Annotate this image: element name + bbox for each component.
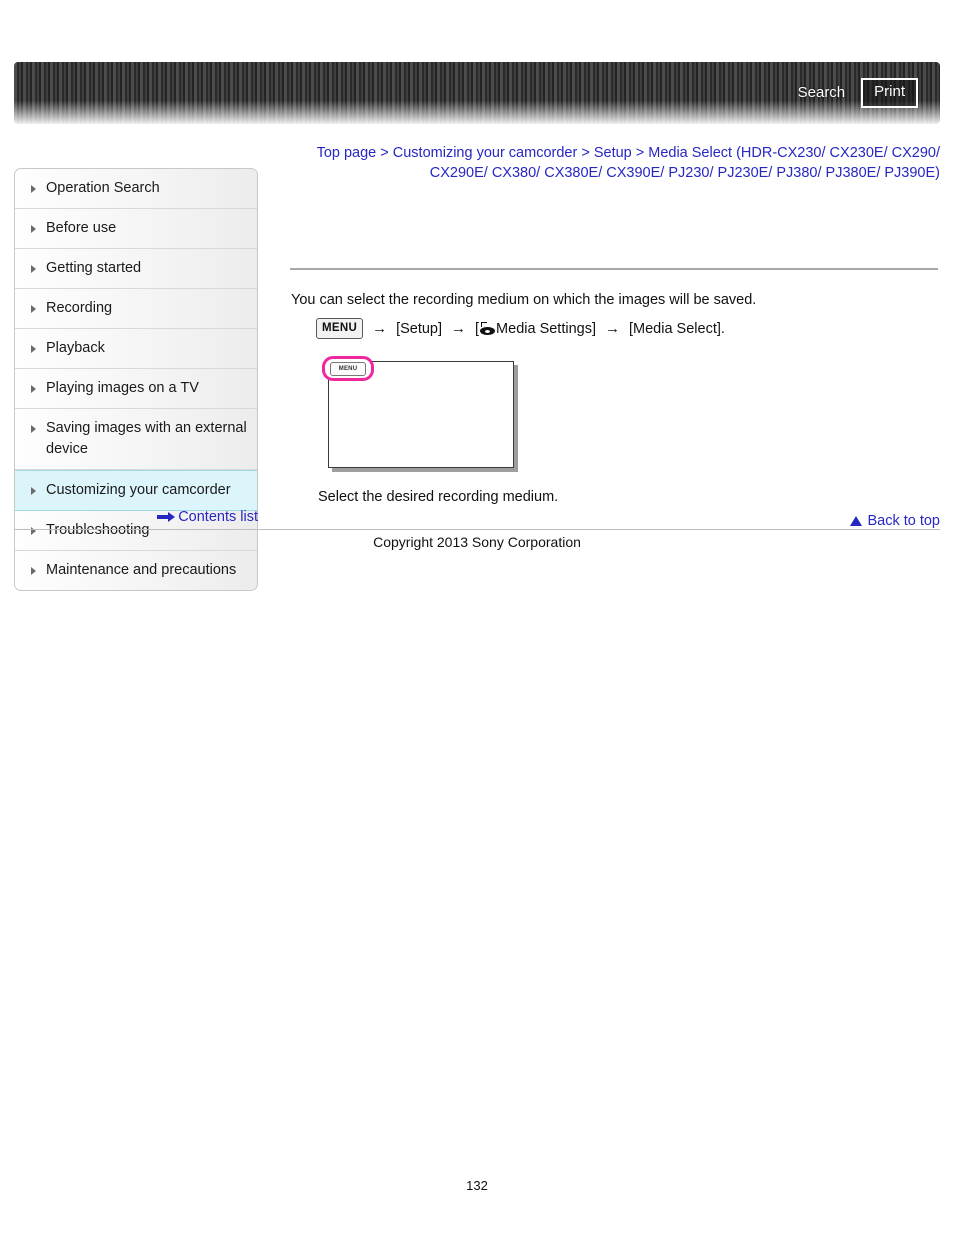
sidebar-item-saving-images-external-device[interactable]: Saving images with an external device [15,409,257,470]
header-banner: Search Print [14,62,940,124]
triangle-bullet-icon [31,425,36,433]
sidebar-item-label: Saving images with an external device [46,420,247,457]
menu-path-step-media-select: [Media Select]. [629,320,725,337]
triangle-bullet-icon [31,345,36,353]
breadcrumb-line-1[interactable]: Top page > Customizing your camcorder > … [290,143,940,163]
sidebar-item-maintenance-and-precautions[interactable]: Maintenance and precautions [15,551,257,590]
content-divider [290,268,938,270]
menu-button-chip: MENU [316,318,364,339]
arrow-right-glyph-1: → [372,320,388,337]
contents-list-link[interactable]: Contents list [178,508,258,526]
copyright-text: Copyright 2013 Sony Corporation [373,534,581,550]
menu-path-step-setup: [Setup] [396,320,443,337]
sidebar-item-operation-search[interactable]: Operation Search [15,169,257,209]
search-link[interactable]: Search [798,84,846,102]
sidebar-item-before-use[interactable]: Before use [15,209,257,249]
camcorder-screen-figure: MENU [322,356,514,468]
breadcrumb-line-2[interactable]: CX290E/ CX380/ CX380E/ CX390E/ PJ230/ PJ… [290,163,940,183]
arrow-right-glyph-2: → [451,320,467,337]
sidebar-item-playing-images-on-a-tv[interactable]: Playing images on a TV [15,369,257,409]
figure-menu-chip: MENU [330,361,366,376]
media-disc-icon [480,322,496,335]
triangle-bullet-icon [31,265,36,273]
triangle-bullet-icon [31,305,36,313]
sidebar-item-playback[interactable]: Playback [15,329,257,369]
menu-path-step-media-settings: Media Settings] [496,320,596,337]
triangle-up-icon [850,516,863,526]
sidebar-item-label: Getting started [46,260,142,276]
breadcrumb: Top page > Customizing your camcorder > … [290,143,940,183]
sidebar-item-recording[interactable]: Recording [15,289,257,329]
menu-path-instruction: MENU → [Setup] → [ Media Settings] → [Me… [316,318,725,339]
header-controls: Search Print [798,78,918,108]
page-number: 132 [466,1178,488,1193]
triangle-bullet-icon [31,225,36,233]
triangle-bullet-icon [31,385,36,393]
menu-button-highlight: MENU [322,356,374,381]
triangle-bullet-icon [31,567,36,575]
sidebar-item-label: Recording [46,300,113,316]
back-to-top-label: Back to top [867,513,940,529]
sidebar-item-getting-started[interactable]: Getting started [15,249,257,289]
triangle-bullet-icon [31,487,36,495]
sidebar-item-label: Operation Search [46,180,160,196]
menu-path-step-media-settings-bracket: [ [475,320,480,337]
print-button[interactable]: Print [861,78,918,108]
intro-text: You can select the recording medium on w… [291,292,757,308]
sidebar-item-label: Playing images on a TV [46,380,199,396]
sidebar-item-label: Before use [46,220,117,236]
figure-caption: Select the desired recording medium. [318,489,559,505]
arrow-right-glyph-3: → [605,320,620,337]
footer-divider [14,529,940,530]
triangle-bullet-icon [31,185,36,193]
contents-list-row[interactable]: Contents list [14,508,258,530]
sidebar-item-label: Customizing your camcorder [46,482,231,498]
sidebar-item-customizing-your-camcorder[interactable]: Customizing your camcorder [15,470,257,511]
arrow-right-icon [157,512,176,522]
sidebar-item-label: Maintenance and precautions [46,562,237,578]
back-to-top-link[interactable]: Back to top [850,512,940,530]
sidebar-item-label: Playback [46,340,105,356]
